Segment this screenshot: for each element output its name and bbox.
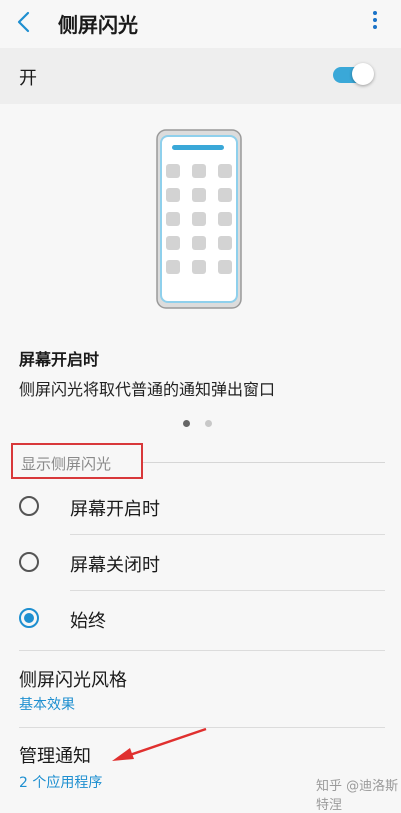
phone-illustration-icon (156, 129, 242, 309)
section-divider (143, 462, 385, 463)
master-toggle[interactable] (333, 63, 375, 85)
radio-label: 屏幕开启时 (70, 499, 160, 520)
radio-label: 屏幕关闭时 (70, 555, 160, 576)
page-indicator (183, 420, 223, 428)
section-header-label: 显示侧屏闪光 (21, 455, 112, 473)
toggle-knob (352, 63, 374, 85)
red-arrow-icon (112, 727, 207, 761)
radio-option-screen-on[interactable]: 屏幕开启时 (0, 479, 401, 535)
preview-caption-title: 屏幕开启时 (19, 350, 100, 369)
annotation-arrow (110, 726, 210, 766)
watermark: 知乎 @迪洛斯特涅 (316, 779, 399, 813)
phone-preview-illustration (156, 129, 242, 309)
style-setting-title: 侧屏闪光风格 (19, 670, 127, 691)
radio-option-always[interactable]: 始终 (0, 591, 401, 647)
manage-notifications-value: 2 个应用程序 (19, 775, 103, 791)
page-dot[interactable] (205, 420, 212, 427)
master-switch-label: 开 (19, 68, 37, 89)
radio-option-screen-off[interactable]: 屏幕关闭时 (0, 535, 401, 591)
radio-button[interactable] (19, 552, 39, 572)
radio-label: 始终 (70, 611, 106, 632)
section-header-highlight: 显示侧屏闪光 (11, 443, 143, 479)
page-title: 侧屏闪光 (58, 13, 138, 37)
divider (19, 650, 385, 651)
page-dot-active[interactable] (183, 420, 190, 427)
chevron-left-icon (17, 11, 30, 33)
master-switch-row[interactable]: 开 (0, 48, 401, 104)
radio-button[interactable] (19, 496, 39, 516)
style-setting-value: 基本效果 (19, 697, 75, 713)
app-bar: 侧屏闪光 (0, 0, 401, 46)
preview-caption-description: 侧屏闪光将取代普通的通知弹出窗口 (19, 380, 276, 399)
radio-button-checked[interactable] (19, 608, 39, 628)
back-button[interactable] (10, 7, 40, 37)
more-vertical-icon (373, 11, 377, 15)
more-options-button[interactable] (369, 8, 381, 38)
manage-notifications-title: 管理通知 (19, 746, 91, 767)
